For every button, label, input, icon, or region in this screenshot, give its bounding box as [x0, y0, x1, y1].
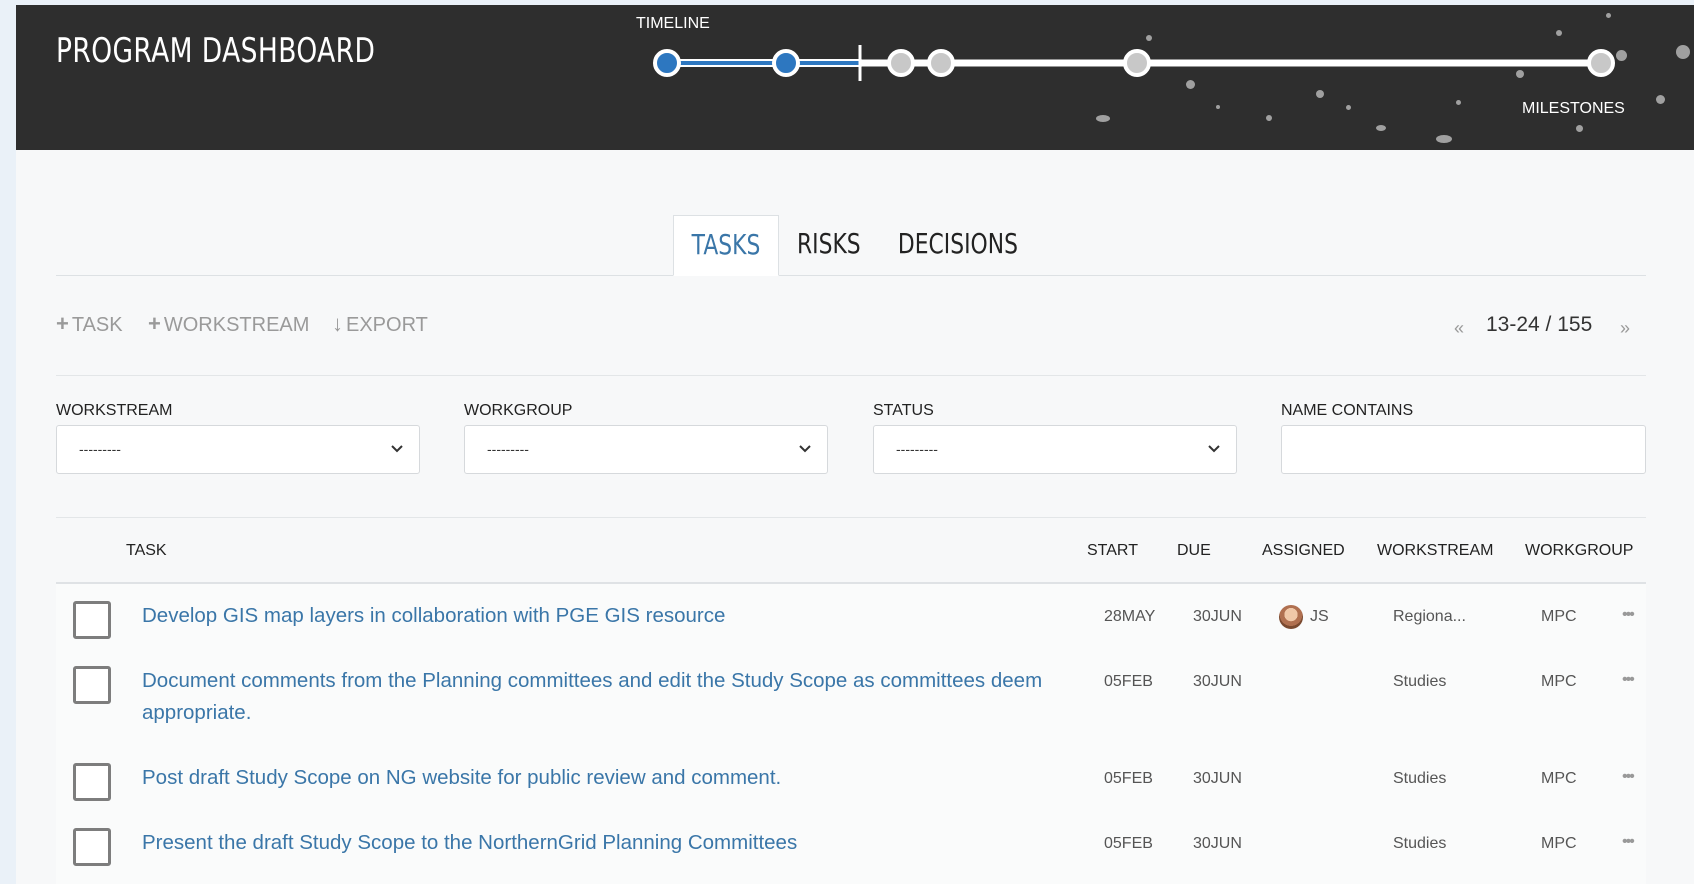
workgroup-select[interactable]: ---------	[464, 425, 828, 474]
task-due: 30JUN	[1193, 770, 1242, 787]
task-link[interactable]: Post draft Study Scope on NG website for…	[142, 762, 1052, 794]
column-header-due[interactable]: DUE	[1177, 542, 1211, 560]
task-due: 30JUN	[1193, 608, 1242, 625]
pager-range: 13-24 / 155	[1486, 313, 1593, 336]
milestone-marker[interactable]	[1123, 49, 1151, 77]
task-start: 05FEB	[1104, 673, 1153, 690]
table-row: Present the draft Study Scope to the Nor…	[56, 811, 1646, 876]
task-checkbox[interactable]	[73, 666, 111, 704]
task-workgroup: MPC	[1541, 673, 1577, 690]
plus-icon: +	[56, 311, 69, 336]
task-due: 30JUN	[1193, 673, 1242, 690]
row-menu-button[interactable]: •••	[1622, 671, 1635, 689]
task-table: Develop GIS map layers in collaboration …	[56, 584, 1646, 884]
task-workgroup: MPC	[1541, 608, 1577, 625]
column-header-workstream[interactable]: WORKSTREAM	[1377, 542, 1493, 560]
avatar	[1279, 605, 1303, 629]
chevron-down-icon	[1208, 445, 1220, 453]
task-workstream: Regiona...	[1393, 608, 1466, 625]
task-workgroup: MPC	[1541, 835, 1577, 852]
plus-icon: +	[148, 311, 161, 336]
name-contains-label: NAME CONTAINS	[1281, 402, 1414, 419]
export-button[interactable]: ↓ EXPORT	[332, 311, 428, 337]
workstream-select[interactable]: ---------	[56, 425, 420, 474]
column-header-task[interactable]: TASK	[126, 542, 167, 560]
task-start: 05FEB	[1104, 835, 1153, 852]
row-menu-button[interactable]: •••	[1622, 833, 1635, 851]
tab-tasks[interactable]: TASKS	[673, 215, 779, 276]
task-link[interactable]: Document comments from the Planning comm…	[142, 665, 1052, 729]
divider	[56, 517, 1646, 518]
column-header-workgroup[interactable]: WORKGROUP	[1525, 542, 1633, 560]
pager-prev-button[interactable]: «	[1454, 318, 1464, 339]
tab-decisions[interactable]: DECISIONS	[879, 215, 1037, 276]
milestone-marker[interactable]	[772, 49, 800, 77]
milestone-marker[interactable]	[927, 49, 955, 77]
task-checkbox[interactable]	[73, 601, 111, 639]
task-workgroup: MPC	[1541, 770, 1577, 787]
arrow-down-icon: ↓	[332, 311, 343, 336]
app-frame: PROGRAM DASHBOARD TIMELINE MILESTONES TA…	[16, 5, 1694, 884]
milestone-timeline	[653, 45, 1615, 81]
task-link[interactable]: Develop GIS map layers in collaboration …	[142, 600, 1052, 632]
header-banner: PROGRAM DASHBOARD TIMELINE MILESTONES	[16, 5, 1694, 150]
task-due: 30JUN	[1193, 835, 1242, 852]
add-task-button[interactable]: + TASK	[56, 311, 123, 337]
tab-risks[interactable]: RISKS	[779, 215, 879, 276]
column-header-assigned[interactable]: ASSIGNED	[1262, 542, 1345, 560]
name-contains-input[interactable]	[1281, 425, 1646, 474]
milestone-marker[interactable]	[1587, 49, 1615, 77]
milestone-marker[interactable]	[653, 49, 681, 77]
workgroup-filter-label: WORKGROUP	[464, 402, 573, 419]
task-start: 28MAY	[1104, 608, 1156, 625]
chevron-down-icon	[799, 445, 811, 453]
row-menu-button[interactable]: •••	[1622, 606, 1635, 624]
task-workstream: Studies	[1393, 673, 1447, 690]
column-header-start[interactable]: START	[1087, 542, 1138, 560]
milestone-marker[interactable]	[887, 49, 915, 77]
row-menu-button[interactable]: •••	[1622, 768, 1635, 786]
task-workstream: Studies	[1393, 835, 1447, 852]
task-link[interactable]: Present the draft Study Scope to the Nor…	[142, 827, 1052, 859]
chevron-down-icon	[391, 445, 403, 453]
divider	[56, 375, 1646, 376]
status-filter-label: STATUS	[873, 402, 934, 419]
pager-next-button[interactable]: »	[1620, 318, 1630, 339]
task-workstream: Studies	[1393, 770, 1447, 787]
table-row: Post draft Study Scope on NG website for…	[56, 746, 1646, 811]
task-checkbox[interactable]	[73, 828, 111, 866]
table-row: Document comments from the Planning comm…	[56, 649, 1646, 746]
task-assigned: JS	[1310, 608, 1329, 625]
milestones-label: MILESTONES	[1522, 100, 1625, 117]
table-row: Develop GIS map layers in collaboration …	[56, 584, 1646, 649]
status-select[interactable]: ---------	[873, 425, 1237, 474]
add-workstream-button[interactable]: + WORKSTREAM	[148, 311, 309, 337]
workstream-filter-label: WORKSTREAM	[56, 402, 173, 419]
task-checkbox[interactable]	[73, 763, 111, 801]
task-start: 05FEB	[1104, 770, 1153, 787]
